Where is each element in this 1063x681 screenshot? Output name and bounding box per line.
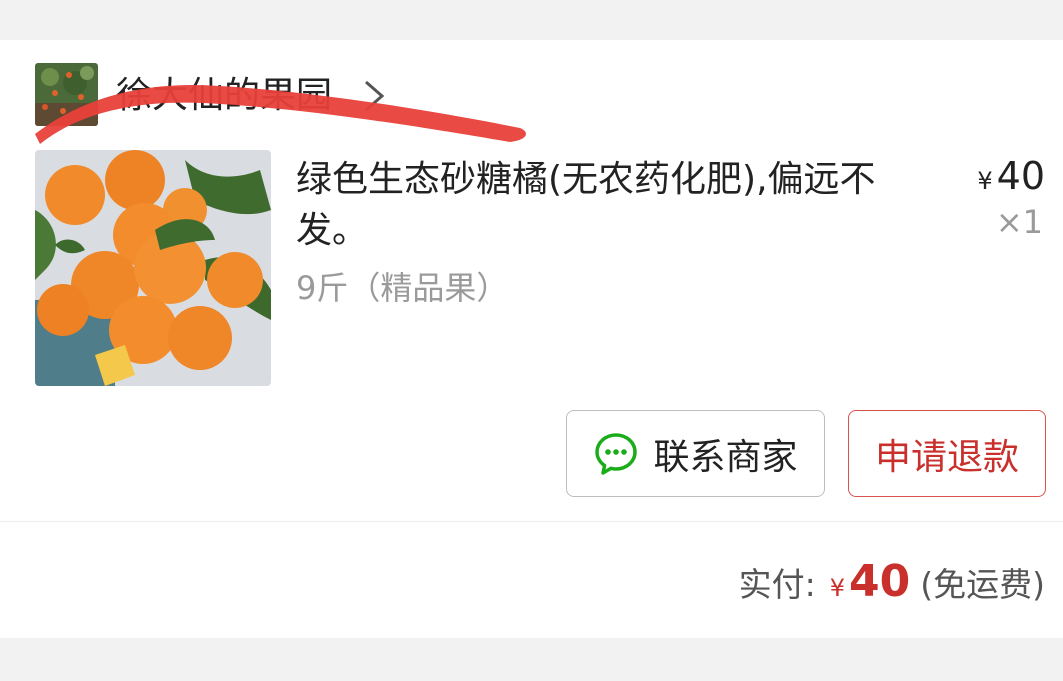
product-image[interactable]: [35, 150, 271, 386]
payment-currency: ¥: [829, 574, 846, 602]
request-refund-label: 申请退款: [874, 436, 1019, 478]
shop-name[interactable]: 徐大仙的果园: [116, 74, 332, 118]
price-currency: ¥: [977, 167, 993, 195]
order-card: 徐大仙的果园 绿色生态砂糖橘(无农药化肥),偏远不发。 9斤（精品果） ¥ 40…: [0, 40, 1063, 638]
payment-summary: 实付: ¥ 40 (免运费): [738, 556, 1045, 607]
product-title[interactable]: 绿色生态砂糖橘(无农药化肥),偏远不发。: [296, 154, 936, 256]
shop-avatar[interactable]: [35, 63, 98, 126]
price-value: 40: [996, 154, 1045, 198]
contact-seller-button[interactable]: 联系商家: [566, 410, 825, 497]
chat-bubble-icon: [595, 432, 638, 475]
payment-amount: 40: [849, 556, 911, 607]
request-refund-button[interactable]: 申请退款: [848, 410, 1046, 497]
contact-seller-label: 联系商家: [653, 436, 798, 478]
orchard-avatar-image: [35, 63, 98, 126]
chevron-right-icon[interactable]: [352, 74, 396, 118]
payment-label: 实付:: [738, 565, 816, 604]
product-quantity: ×1: [995, 203, 1043, 241]
shipping-note: (免运费): [920, 565, 1045, 604]
mandarin-oranges-photo: [35, 150, 271, 386]
divider: [0, 521, 1063, 522]
product-price: ¥40: [977, 154, 1045, 203]
product-spec: 9斤（精品果）: [296, 269, 509, 307]
